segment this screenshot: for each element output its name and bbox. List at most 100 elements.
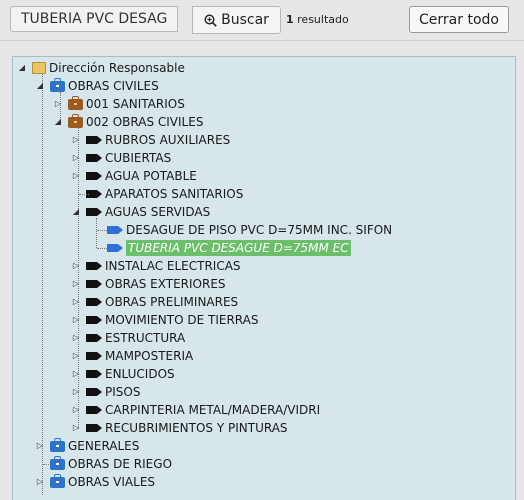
- folder-icon: [32, 62, 46, 74]
- tree-node-label: GENERALES: [68, 439, 140, 453]
- tree-node-movimiento-tierras[interactable]: ▷ MOVIMIENTO DE TIERRAS: [71, 311, 259, 329]
- tree-connector: [42, 74, 43, 495]
- tree-node-label: INSTALAC ELECTRICAS: [105, 259, 241, 273]
- tree-node-label: RUBROS AUXILIARES: [105, 133, 231, 147]
- tree-node-obras-de-riego[interactable]: · OBRAS DE RIEGO: [35, 455, 172, 473]
- tree-node-cubiertas[interactable]: ▷ CUBIERTAS: [71, 149, 171, 167]
- tag-icon: [86, 298, 102, 306]
- tree-node-label: OBRAS EXTERIORES: [105, 277, 226, 291]
- tree-node-label: 002 OBRAS CIVILES: [86, 115, 204, 129]
- tree-node-recubrimientos[interactable]: ▷ RECUBRIMIENTOS Y PINTURAS: [71, 419, 288, 437]
- tree-connector: [79, 194, 89, 195]
- expand-triangle-icon[interactable]: ▷: [71, 369, 81, 379]
- search-button[interactable]: Buscar: [192, 6, 281, 34]
- tree-connector: [97, 230, 107, 231]
- tree-node-001-sanitarios[interactable]: ▷ 001 SANITARIOS: [53, 95, 185, 113]
- expand-triangle-icon[interactable]: ▷: [71, 261, 81, 271]
- tree-node-label: MAMPOSTERIA: [105, 349, 194, 363]
- tag-icon: [86, 172, 102, 180]
- tag-icon: [107, 226, 123, 234]
- tree-node-label: APARATOS SANITARIOS: [105, 187, 244, 201]
- tree-node-label: ESTRUCTURA: [105, 331, 186, 345]
- result-count-number: 1: [286, 13, 294, 26]
- expand-triangle-icon[interactable]: ▷: [71, 387, 81, 397]
- leaf-connector: ·: [35, 459, 45, 469]
- briefcase-icon: [50, 437, 65, 452]
- tree-node-aparatos-sanitarios[interactable]: · APARATOS SANITARIOS: [71, 185, 243, 203]
- result-count: 1 resultado: [286, 13, 349, 26]
- tree-node-root[interactable]: ◢ Dirección Responsable: [17, 59, 185, 77]
- search-button-label: Buscar: [221, 12, 269, 28]
- tag-icon: [86, 262, 102, 270]
- tag-icon: [86, 406, 102, 414]
- tag-icon: [86, 334, 102, 342]
- tree-node-label: MOVIMIENTO DE TIERRAS: [105, 313, 259, 327]
- tree-node-estructura[interactable]: ▷ ESTRUCTURA: [71, 329, 185, 347]
- tree-node-obras-exteriores[interactable]: ▷ OBRAS EXTERIORES: [71, 275, 226, 293]
- tree-node-label-selected: TUBERIA PVC DESAGUE D=75MM EC: [126, 240, 351, 256]
- tree-node-enlucidos[interactable]: ▷ ENLUCIDOS: [71, 365, 175, 383]
- expand-triangle-icon[interactable]: ▷: [71, 333, 81, 343]
- tag-icon: [86, 388, 102, 396]
- tree-node-instalac-electricas[interactable]: ▷ INSTALAC ELECTRICAS: [71, 257, 241, 275]
- search-input[interactable]: [10, 6, 178, 32]
- tree-node-aguas-servidas[interactable]: ◢ AGUAS SERVIDAS: [71, 203, 210, 221]
- toolbar: Buscar 1 resultado Cerrar todo: [0, 0, 524, 40]
- close-all-button[interactable]: Cerrar todo: [409, 6, 509, 33]
- tag-icon: [86, 136, 102, 144]
- tree-panel[interactable]: ◢ Dirección Responsable ◢ OBRAS CIVILES …: [12, 56, 516, 500]
- collapse-triangle-icon[interactable]: ◢: [53, 117, 63, 127]
- toolbar-divider: [0, 40, 524, 41]
- briefcase-icon: [50, 455, 65, 470]
- collapse-triangle-icon[interactable]: ◢: [71, 207, 81, 217]
- expand-triangle-icon[interactable]: ▷: [71, 153, 81, 163]
- briefcase-icon: [50, 473, 65, 488]
- tag-icon: [86, 280, 102, 288]
- tree-node-label: AGUA POTABLE: [105, 169, 197, 183]
- tree-node-rubros-auxiliares[interactable]: ▷ RUBROS AUXILIARES: [71, 131, 230, 149]
- expand-triangle-icon[interactable]: ▷: [71, 297, 81, 307]
- tree-node-desague-piso[interactable]: DESAGUE DE PISO PVC D=75MM INC. SIFON: [107, 221, 392, 239]
- tree-connector: [96, 218, 97, 248]
- tree-node-label: CARPINTERIA METAL/MADERA/VIDRI: [105, 403, 321, 417]
- tree-node-obras-preliminares[interactable]: ▷ OBRAS PRELIMINARES: [71, 293, 238, 311]
- tree-node-label: ENLUCIDOS: [105, 367, 175, 381]
- result-count-text: resultado: [297, 13, 349, 26]
- expand-triangle-icon[interactable]: ▷: [71, 405, 81, 415]
- tree-node-agua-potable[interactable]: ▷ AGUA POTABLE: [71, 167, 197, 185]
- expand-triangle-icon[interactable]: ▷: [71, 279, 81, 289]
- tree-node-obras-civiles[interactable]: ◢ OBRAS CIVILES: [35, 77, 159, 95]
- zoom-in-icon: [204, 13, 217, 27]
- tree-node-002-obras-civiles[interactable]: ◢ 002 OBRAS CIVILES: [53, 113, 203, 131]
- expand-triangle-icon[interactable]: ▷: [71, 423, 81, 433]
- tree-node-label: CUBIERTAS: [105, 151, 172, 165]
- tag-icon: [86, 352, 102, 360]
- expand-triangle-icon[interactable]: ▷: [71, 171, 81, 181]
- collapse-triangle-icon[interactable]: ◢: [17, 63, 27, 73]
- tree-node-carpinteria[interactable]: ▷ CARPINTERIA METAL/MADERA/VIDRI: [71, 401, 320, 419]
- tree-node-label: Dirección Responsable: [49, 61, 185, 75]
- tree-node-obras-viales[interactable]: ▷ OBRAS VIALES: [35, 473, 155, 491]
- briefcase-icon: [50, 77, 65, 92]
- expand-triangle-icon[interactable]: ▷: [71, 135, 81, 145]
- collapse-triangle-icon[interactable]: ◢: [35, 81, 45, 91]
- tag-icon: [86, 154, 102, 162]
- tag-icon: [107, 244, 123, 252]
- tree-node-mamposteria[interactable]: ▷ MAMPOSTERIA: [71, 347, 193, 365]
- tree-node-label: DESAGUE DE PISO PVC D=75MM INC. SIFON: [126, 223, 393, 237]
- expand-triangle-icon[interactable]: ▷: [53, 99, 63, 109]
- tree-node-generales[interactable]: ▷ GENERALES: [35, 437, 139, 455]
- tree-node-tuberia-pvc-selected[interactable]: TUBERIA PVC DESAGUE D=75MM EC: [107, 239, 351, 257]
- briefcase-icon: [68, 113, 83, 128]
- tree-node-label: OBRAS DE RIEGO: [68, 457, 173, 471]
- expand-triangle-icon[interactable]: ▷: [35, 477, 45, 487]
- tree-node-label: AGUAS SERVIDAS: [105, 205, 211, 219]
- tree-node-label: PISOS: [105, 385, 141, 399]
- expand-triangle-icon[interactable]: ▷: [71, 315, 81, 325]
- tag-icon: [86, 370, 102, 378]
- expand-triangle-icon[interactable]: ▷: [35, 441, 45, 451]
- tree-node-label: RECUBRIMIENTOS Y PINTURAS: [105, 421, 288, 435]
- tree-connector: [97, 248, 107, 249]
- expand-triangle-icon[interactable]: ▷: [71, 351, 81, 361]
- tree-node-pisos[interactable]: ▷ PISOS: [71, 383, 141, 401]
